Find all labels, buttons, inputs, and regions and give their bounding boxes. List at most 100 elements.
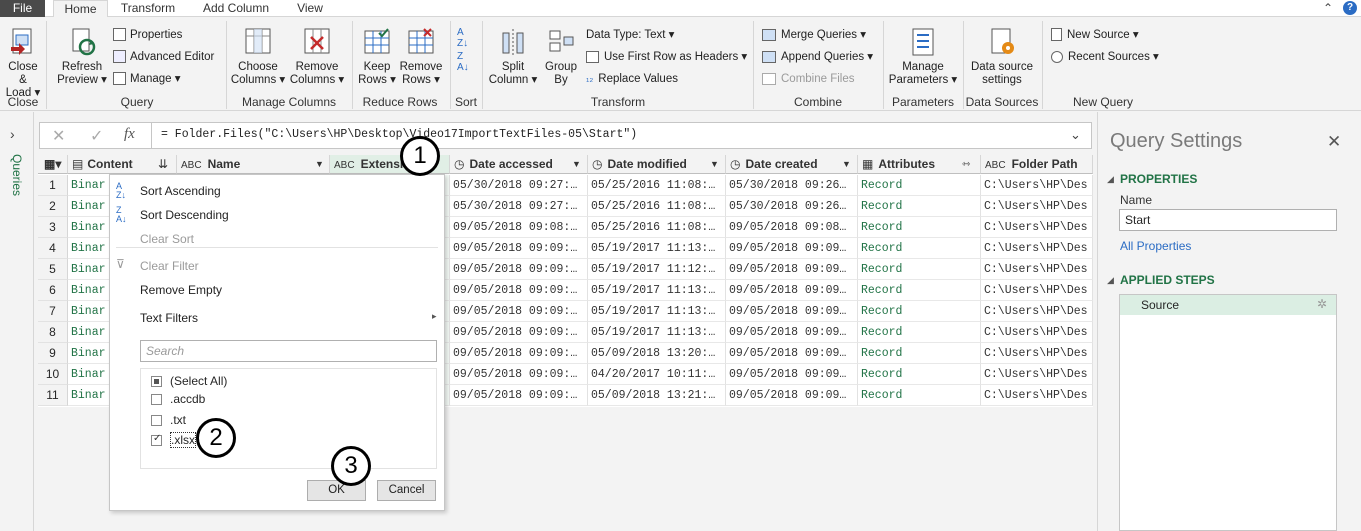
confirm-formula-icon[interactable]: ✓ bbox=[90, 126, 103, 146]
checkbox-checked-icon[interactable]: ✓ bbox=[151, 433, 162, 447]
clear-filter-icon: ⊽ bbox=[116, 257, 125, 271]
sort-ascending-icon[interactable]: A Z↓ bbox=[457, 27, 468, 49]
value-item-txt[interactable]: .txt bbox=[151, 413, 186, 427]
applied-step-item[interactable]: Source ✲ bbox=[1120, 295, 1336, 315]
row-number[interactable]: 9 bbox=[38, 343, 68, 364]
column-header-attributes[interactable]: ▦ Attributes ⇿ bbox=[858, 155, 981, 174]
cell-attributes[interactable]: Record bbox=[858, 175, 981, 196]
cancel-formula-icon[interactable]: ✕ bbox=[52, 126, 65, 146]
cell-attributes[interactable]: Record bbox=[858, 280, 981, 301]
cell-attributes[interactable]: Record bbox=[858, 343, 981, 364]
filter-dropdown-icon[interactable]: ▼ bbox=[842, 155, 851, 173]
expand-formula-icon[interactable]: ⌄ bbox=[1070, 127, 1081, 143]
cell-attributes[interactable]: Record bbox=[858, 259, 981, 280]
cell-attributes[interactable]: Record bbox=[858, 301, 981, 322]
refresh-preview-button[interactable]: Refresh Preview ▾ bbox=[54, 27, 110, 87]
cell-attributes[interactable]: Record bbox=[858, 217, 981, 238]
row-number[interactable]: 6 bbox=[38, 280, 68, 301]
select-all-item[interactable]: (Select All) bbox=[151, 374, 227, 388]
collapse-arrow-icon[interactable]: ◢ bbox=[1107, 275, 1114, 286]
remove-columns-button[interactable]: Remove Columns ▾ bbox=[288, 27, 346, 87]
column-header-content[interactable]: ▤ Content ⇊ bbox=[68, 155, 177, 174]
expand-binary-icon[interactable]: ⇊ bbox=[158, 155, 168, 173]
data-source-settings-button[interactable]: Data source settings bbox=[966, 27, 1038, 87]
query-settings-title: Query Settings bbox=[1110, 130, 1243, 152]
formula-input[interactable]: = Folder.Files("C:\Users\HP\Desktop\Vide… bbox=[161, 128, 637, 141]
close-load-button[interactable]: Close & Load ▾ bbox=[3, 27, 43, 100]
tab-file[interactable]: File bbox=[0, 0, 45, 17]
checkbox-unchecked-icon[interactable] bbox=[151, 415, 162, 427]
use-first-row-headers-button[interactable]: Use First Row as Headers ▾ bbox=[586, 50, 747, 64]
row-number[interactable]: 4 bbox=[38, 238, 68, 259]
cancel-button[interactable]: Cancel bbox=[377, 480, 436, 501]
expand-record-icon[interactable]: ⇿ bbox=[962, 155, 970, 173]
row-number[interactable]: 11 bbox=[38, 385, 68, 406]
choose-columns-button[interactable]: Choose Columns ▾ bbox=[229, 27, 287, 87]
remove-empty-item[interactable]: Remove Empty bbox=[140, 283, 222, 297]
tab-home[interactable]: Home bbox=[53, 0, 108, 18]
checkbox-partial-icon[interactable] bbox=[151, 376, 162, 388]
column-header-date-modified[interactable]: ◷ Date modified ▼ bbox=[588, 155, 726, 174]
row-number[interactable]: 2 bbox=[38, 196, 68, 217]
cell-attributes[interactable]: Record bbox=[858, 322, 981, 343]
collapse-ribbon-icon[interactable]: ⌃ bbox=[1323, 1, 1333, 15]
filter-dropdown-icon[interactable]: ▼ bbox=[315, 155, 324, 173]
column-header-date-accessed[interactable]: ◷ Date accessed ▼ bbox=[450, 155, 588, 174]
help-icon[interactable]: ? bbox=[1343, 1, 1357, 15]
filter-dropdown-icon[interactable]: ▼ bbox=[710, 155, 719, 173]
replace-values-button[interactable]: ₁₂ Replace Values bbox=[586, 72, 678, 86]
group-by-button[interactable]: Group By bbox=[541, 27, 581, 87]
row-number[interactable]: 10 bbox=[38, 364, 68, 385]
tab-add-column[interactable]: Add Column bbox=[196, 0, 276, 17]
cell-attributes[interactable]: Record bbox=[858, 385, 981, 406]
close-pane-icon[interactable]: ✕ bbox=[1327, 132, 1341, 152]
manage-parameters-button[interactable]: Manage Parameters ▾ bbox=[888, 27, 958, 87]
column-header-date-created[interactable]: ◷ Date created ▼ bbox=[726, 155, 858, 174]
function-icon[interactable]: fx bbox=[124, 126, 135, 143]
step-settings-gear-icon[interactable]: ✲ bbox=[1317, 297, 1327, 311]
filter-dropdown-icon[interactable]: ▼ bbox=[572, 155, 581, 173]
table-menu-icon[interactable]: ▦▾ bbox=[38, 155, 68, 174]
append-queries-button[interactable]: Append Queries ▾ bbox=[762, 50, 873, 64]
expand-queries-icon[interactable]: › bbox=[10, 126, 15, 142]
column-header-name[interactable]: ABC Name ▼ bbox=[177, 155, 330, 174]
new-source-icon bbox=[1051, 28, 1062, 42]
clear-sort-item[interactable]: Clear Sort bbox=[140, 232, 194, 246]
filter-search-input[interactable]: Search bbox=[140, 340, 437, 362]
new-source-button[interactable]: New Source ▾ bbox=[1051, 28, 1139, 42]
value-item-xlsx[interactable]: ✓ .xlsx bbox=[151, 432, 196, 448]
row-number[interactable]: 7 bbox=[38, 301, 68, 322]
collapse-arrow-icon[interactable]: ◢ bbox=[1107, 174, 1114, 185]
all-properties-link[interactable]: All Properties bbox=[1120, 239, 1191, 253]
recent-sources-button[interactable]: Recent Sources ▾ bbox=[1051, 50, 1159, 64]
manage-button[interactable]: Manage ▾ bbox=[113, 72, 181, 86]
query-name-input[interactable]: Start bbox=[1119, 209, 1337, 231]
data-type-dropdown[interactable]: Data Type: Text ▾ bbox=[586, 28, 674, 42]
row-number[interactable]: 3 bbox=[38, 217, 68, 238]
row-number[interactable]: 5 bbox=[38, 259, 68, 280]
text-filters-item[interactable]: Text Filters bbox=[140, 311, 198, 325]
keep-rows-button[interactable]: Keep Rows ▾ bbox=[355, 27, 399, 87]
row-number[interactable]: 1 bbox=[38, 175, 68, 196]
checkbox-unchecked-icon[interactable] bbox=[151, 394, 162, 406]
tab-view[interactable]: View bbox=[290, 0, 330, 17]
cell-date-created: 05/30/2018 09:26… bbox=[726, 196, 858, 217]
sort-descending-icon[interactable]: Z A↓ bbox=[457, 51, 469, 73]
cell-attributes[interactable]: Record bbox=[858, 238, 981, 259]
clear-filter-item[interactable]: Clear Filter bbox=[140, 259, 199, 273]
column-header-folder-path[interactable]: ABC Folder Path bbox=[981, 155, 1093, 174]
advanced-editor-button[interactable]: Advanced Editor bbox=[113, 50, 214, 64]
tab-transform[interactable]: Transform bbox=[113, 0, 183, 17]
merge-queries-button[interactable]: Merge Queries ▾ bbox=[762, 28, 866, 42]
cell-attributes[interactable]: Record bbox=[858, 364, 981, 385]
combine-files-button[interactable]: Combine Files bbox=[762, 72, 855, 86]
queries-pane-label[interactable]: Queries bbox=[8, 154, 24, 214]
row-number[interactable]: 8 bbox=[38, 322, 68, 343]
properties-button[interactable]: Properties bbox=[113, 28, 182, 42]
sort-ascending-item[interactable]: Sort Ascending bbox=[140, 184, 221, 198]
value-item-accdb[interactable]: .accdb bbox=[151, 392, 205, 406]
cell-attributes[interactable]: Record bbox=[858, 196, 981, 217]
sort-descending-item[interactable]: Sort Descending bbox=[140, 208, 229, 222]
remove-rows-button[interactable]: Remove Rows ▾ bbox=[399, 27, 443, 87]
split-column-button[interactable]: Split Column ▾ bbox=[487, 27, 539, 87]
